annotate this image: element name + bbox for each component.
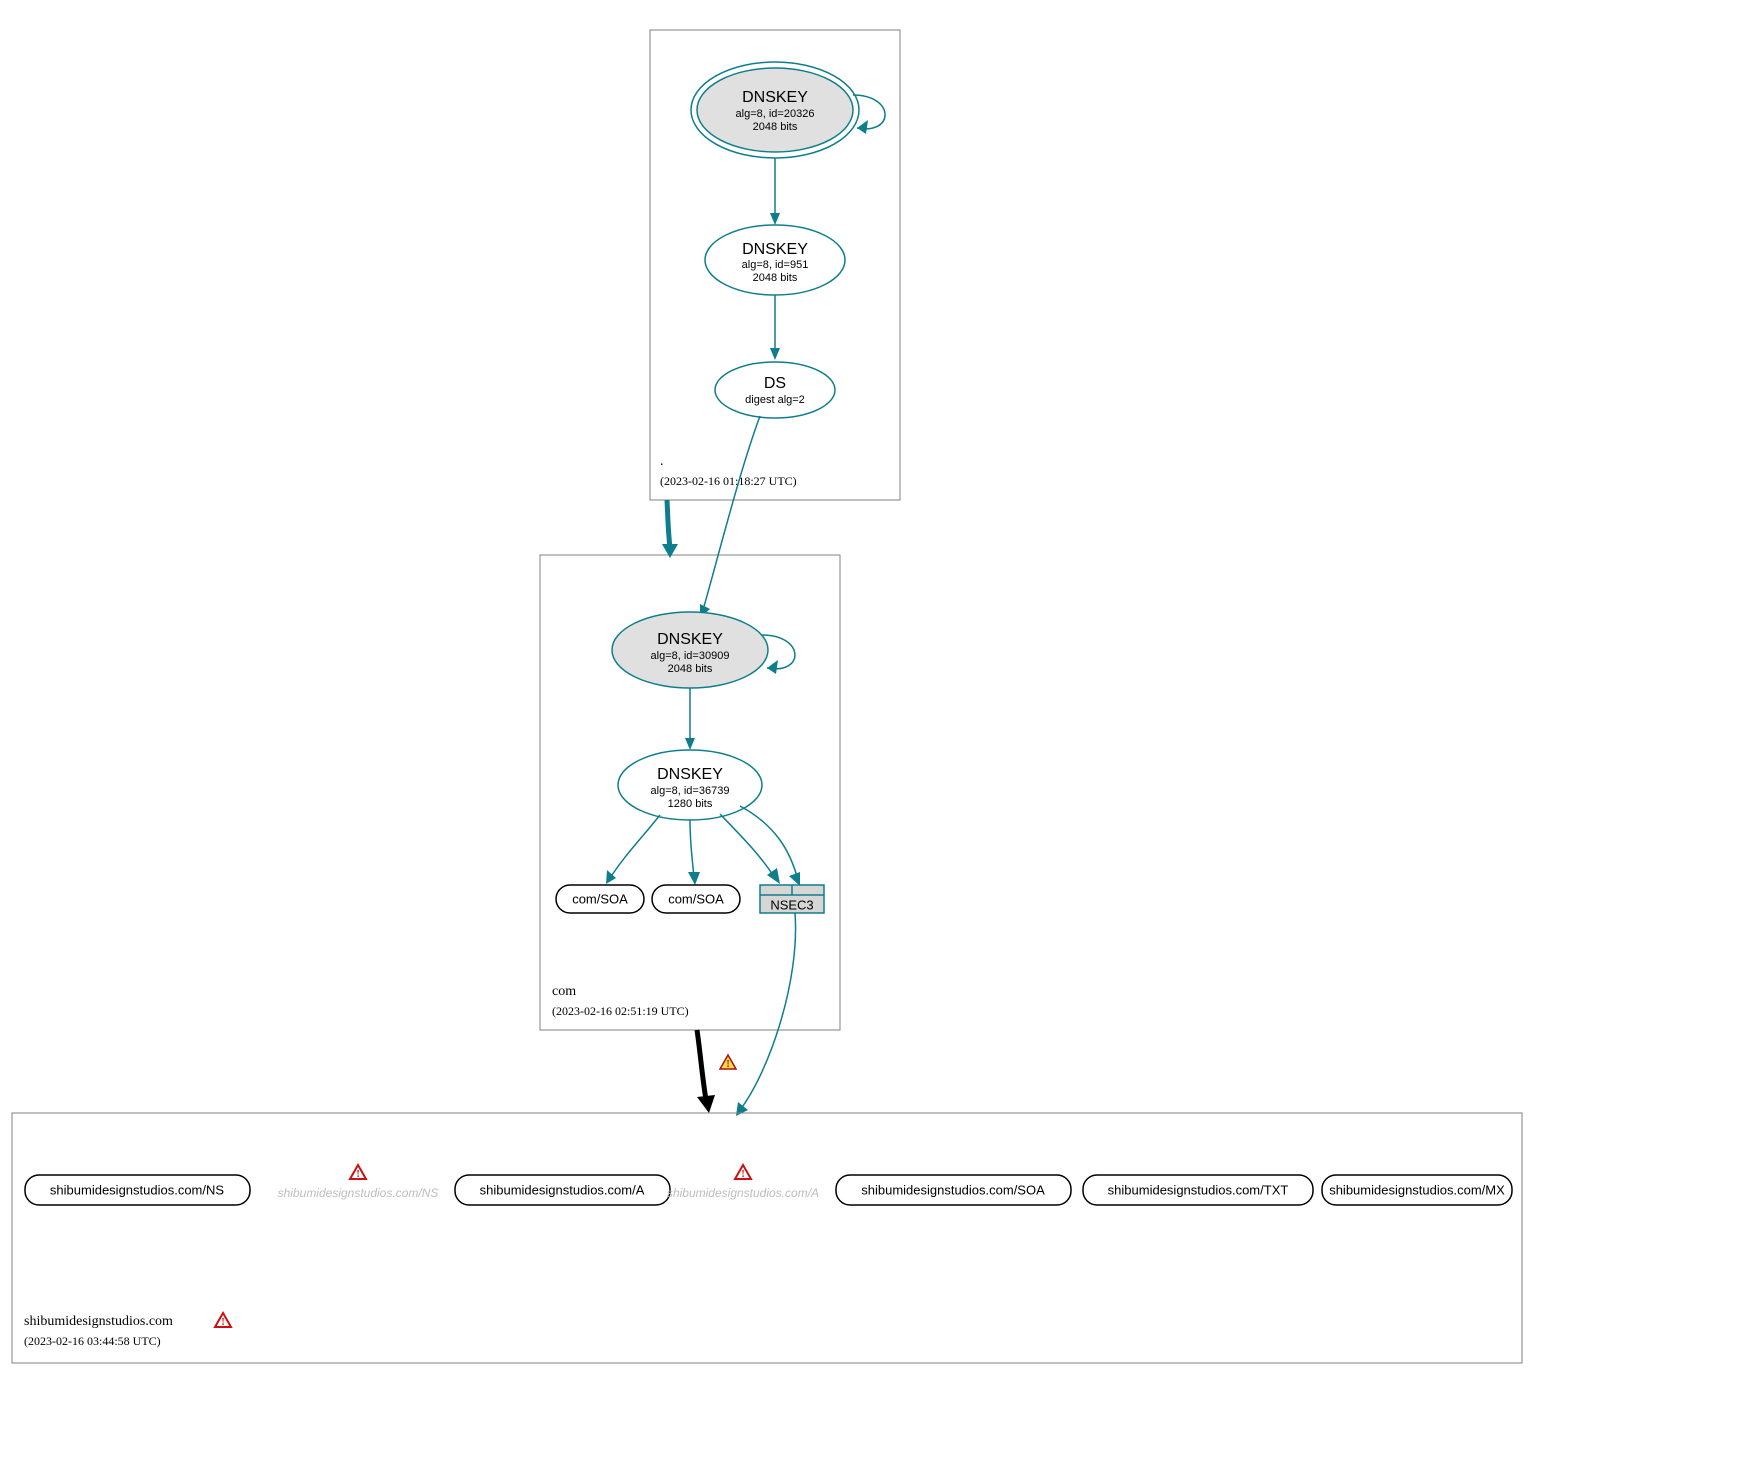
root-ds-line2: digest alg=2 <box>745 394 805 406</box>
rrset-a-label: shibumidesignstudios.com/A <box>480 1182 645 1197</box>
edge-nsec3-domain-arrow <box>736 1102 748 1116</box>
edge-root-com-thick-arrow <box>662 544 678 558</box>
root-zsk-line3: 2048 bits <box>753 272 798 284</box>
domain-zone-label: shibumidesignstudios.com <box>24 1314 173 1329</box>
com-ksk-selfloop-arrow <box>767 660 778 674</box>
edge-zsk-nsec3-1 <box>720 814 775 878</box>
root-zone-timestamp: (2023-02-16 01:18:27 UTC) <box>660 474 797 488</box>
svg-text:!: ! <box>221 1317 224 1328</box>
com-ksk-title: DNSKEY <box>657 631 723 648</box>
rrset-mx-label: shibumidesignstudios.com/MX <box>1329 1182 1505 1197</box>
svg-text:!: ! <box>726 1059 729 1070</box>
rrset-ns-label: shibumidesignstudios.com/NS <box>50 1182 224 1197</box>
com-zsk-line2: alg=8, id=36739 <box>651 785 730 797</box>
rrset-txt-label: shibumidesignstudios.com/TXT <box>1108 1182 1289 1197</box>
com-zone-label: com <box>552 984 576 999</box>
ghost-ns-label: shibumidesignstudios.com/NS <box>278 1186 439 1200</box>
com-ksk-line2: alg=8, id=30909 <box>651 650 730 662</box>
domain-zone-box <box>12 1113 1522 1363</box>
root-ksk-line2: alg=8, id=20326 <box>736 108 815 120</box>
root-ksk-selfloop-arrow <box>857 120 868 134</box>
edge-com-domain-insecure-arrow <box>697 1095 715 1113</box>
edge-com-ksk-zsk-arrow <box>685 738 695 750</box>
svg-text:!: ! <box>356 1169 359 1180</box>
edge-nsec3-domain <box>740 913 796 1110</box>
edge-root-zsk-ds-arrow <box>770 348 780 360</box>
domain-zone-timestamp: (2023-02-16 03:44:58 UTC) <box>24 1334 161 1348</box>
edge-ds-comksk <box>703 416 760 610</box>
warning-icon: ! <box>215 1313 231 1328</box>
edge-zsk-soa2-arrow <box>688 872 700 885</box>
ghost-ns: ! shibumidesignstudios.com/NS <box>278 1165 439 1200</box>
root-zsk-title: DNSKEY <box>742 241 808 258</box>
edge-zsk-nsec3-2-arrow <box>789 872 800 886</box>
edge-zsk-soa2 <box>690 820 694 878</box>
svg-text:!: ! <box>741 1169 744 1180</box>
com-soa-1-label: com/SOA <box>572 891 628 906</box>
root-ksk-title: DNSKEY <box>742 89 808 106</box>
com-zone-timestamp: (2023-02-16 02:51:19 UTC) <box>552 1004 689 1018</box>
root-ksk-line3: 2048 bits <box>753 121 798 133</box>
edge-root-com-thick <box>667 500 670 548</box>
com-soa-2-label: com/SOA <box>668 891 724 906</box>
rrset-soa-label: shibumidesignstudios.com/SOA <box>861 1182 1045 1197</box>
edge-zsk-soa1 <box>610 815 660 878</box>
root-zsk-line2: alg=8, id=951 <box>742 259 809 271</box>
com-zsk-title: DNSKEY <box>657 766 723 783</box>
com-zsk-line3: 1280 bits <box>668 798 713 810</box>
ghost-a: ! shibumidesignstudios.com/A <box>667 1165 819 1200</box>
root-ds-title: DS <box>764 375 786 392</box>
dnssec-diagram: . (2023-02-16 01:18:27 UTC) DNSKEY alg=8… <box>0 0 1756 1477</box>
ghost-a-label: shibumidesignstudios.com/A <box>667 1186 819 1200</box>
warning-icon: ! <box>720 1055 736 1070</box>
root-zone-label: . <box>660 454 664 469</box>
edge-com-domain-insecure <box>697 1030 706 1100</box>
com-ksk-line3: 2048 bits <box>668 663 713 675</box>
com-nsec3-label: NSEC3 <box>770 897 813 912</box>
edge-root-ksk-zsk-arrow <box>770 213 780 225</box>
com-nsec3: NSEC3 <box>760 885 824 913</box>
